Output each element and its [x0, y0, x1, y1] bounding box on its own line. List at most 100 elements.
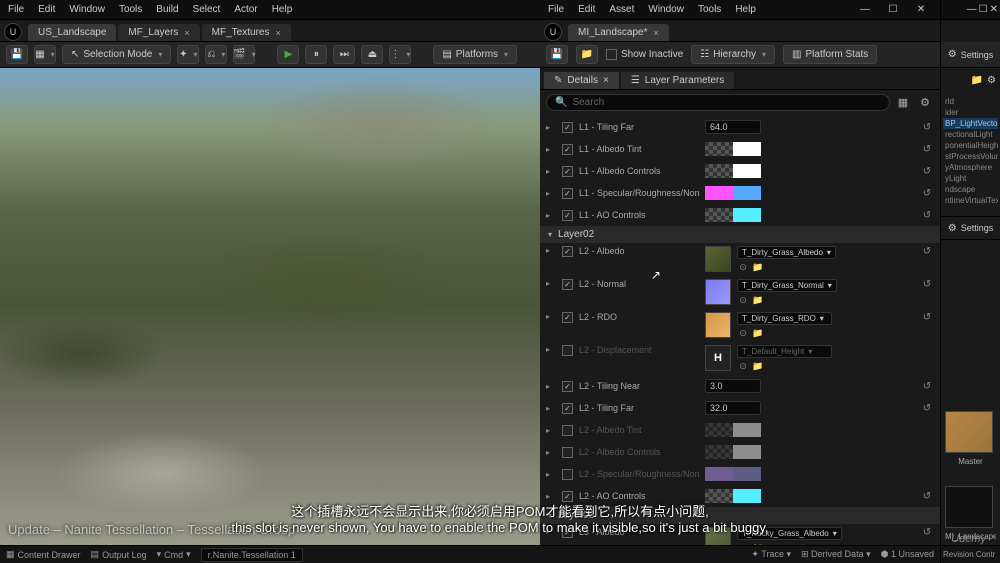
minimize-button[interactable]: —: [854, 2, 876, 18]
texture-thumbnail[interactable]: [705, 246, 731, 272]
override-checkbox[interactable]: [562, 188, 573, 199]
output-log-button[interactable]: ▤ Output Log: [91, 549, 147, 560]
menu-select[interactable]: Select: [193, 4, 221, 15]
prop-l2-albedo-tint[interactable]: ▸ L2 - Albedo Tint: [540, 419, 940, 441]
prop-l2-spec-rough-normal[interactable]: ▸ L2 - Specular/Roughness/Normal: [540, 463, 940, 485]
reset-button[interactable]: ↺: [920, 381, 934, 392]
maximize-button[interactable]: ☐: [882, 2, 904, 18]
outliner-item[interactable]: ntimeVirtualText: [943, 195, 998, 206]
collapse-icon[interactable]: ▾: [548, 230, 552, 239]
prop-l1-albedo-tint[interactable]: ▸ L1 - Albedo Tint ↺: [540, 138, 940, 160]
menu-file[interactable]: File: [8, 4, 24, 15]
color-swatch[interactable]: [705, 164, 761, 178]
reset-button[interactable]: ↺: [920, 491, 934, 502]
outliner-item[interactable]: yLight: [943, 173, 998, 184]
reset-button[interactable]: ↺: [920, 122, 934, 133]
override-checkbox[interactable]: [562, 345, 573, 356]
color-swatch[interactable]: [705, 423, 761, 437]
trace-button[interactable]: ✦ Trace ▾: [751, 549, 791, 560]
close-icon[interactable]: ×: [654, 28, 659, 38]
expand-icon[interactable]: ▸: [546, 382, 556, 391]
settings-label[interactable]: Settings: [961, 50, 994, 60]
folder-icon[interactable]: 📁: [971, 75, 983, 86]
expand-icon[interactable]: ▸: [546, 345, 556, 354]
menu-window[interactable]: Window: [648, 4, 684, 15]
expand-icon[interactable]: ▸: [546, 211, 556, 220]
expand-icon[interactable]: ▸: [546, 426, 556, 435]
close-icon[interactable]: ×: [275, 28, 280, 38]
reset-button[interactable]: ↺: [920, 188, 934, 199]
expand-icon[interactable]: ▸: [546, 279, 556, 288]
menu-help[interactable]: Help: [735, 4, 756, 15]
override-checkbox[interactable]: [562, 210, 573, 221]
save-button[interactable]: 💾: [546, 45, 568, 64]
settings-gear-icon[interactable]: ⚙: [948, 49, 957, 60]
expand-icon[interactable]: ▸: [546, 167, 556, 176]
folder-thumbnail[interactable]: [945, 411, 993, 453]
use-selected-icon[interactable]: ⊙: [737, 327, 749, 339]
color-swatch[interactable]: [705, 186, 761, 200]
override-checkbox[interactable]: [562, 381, 573, 392]
expand-icon[interactable]: ▸: [546, 123, 556, 132]
tab-details[interactable]: ✎ Details ×: [544, 72, 619, 89]
override-checkbox[interactable]: [562, 144, 573, 155]
use-selected-icon[interactable]: ⊙: [737, 261, 749, 273]
prop-l2-albedo-controls[interactable]: ▸ L2 - Albedo Controls: [540, 441, 940, 463]
level-viewport[interactable]: Update – Nanite Tessellation – Tessellat…: [0, 68, 540, 545]
cmd-input[interactable]: r.Nanite.Tessellation 1: [201, 548, 303, 562]
platform-stats-button[interactable]: ▥ Platform Stats: [783, 45, 877, 64]
value-input[interactable]: [705, 120, 761, 134]
asset-dropdown[interactable]: T_Default_Height ▾: [737, 345, 832, 358]
details-body[interactable]: ▸ L1 - Tiling Far ↺ ▸ L1 - Albedo Tint ↺…: [540, 114, 940, 545]
value-input[interactable]: [705, 401, 761, 415]
browse-icon[interactable]: 📁: [752, 327, 764, 339]
settings-gear-icon[interactable]: ⚙: [916, 93, 934, 111]
asset-dropdown[interactable]: T_Dirty_Grass_Albedo ▾: [737, 246, 836, 259]
maximize-button[interactable]: ☐: [979, 4, 988, 15]
asset-dropdown[interactable]: T_Dirty_Grass_Normal ▾: [737, 279, 837, 292]
expand-icon[interactable]: ▸: [546, 470, 556, 479]
reset-button[interactable]: ↺: [920, 246, 934, 257]
browse-icon[interactable]: 📁: [752, 360, 764, 372]
cinematics-button[interactable]: 🎬: [233, 45, 255, 64]
minimize-button[interactable]: —: [967, 4, 977, 15]
expand-icon[interactable]: ▸: [546, 448, 556, 457]
outliner-item[interactable]: rectionalLight: [943, 129, 998, 140]
step-button[interactable]: ⏭: [333, 45, 355, 64]
outliner-item[interactable]: ndscape: [943, 184, 998, 195]
world-outliner[interactable]: rld ider BP_LightVector rectionalLight p…: [941, 92, 1000, 210]
cmd-dropdown[interactable]: ▾ Cmd ▾: [157, 549, 191, 560]
expand-icon[interactable]: ▸: [546, 312, 556, 321]
pause-button[interactable]: ⏸: [305, 45, 327, 64]
menu-window[interactable]: Window: [69, 4, 105, 15]
use-selected-icon[interactable]: ⊙: [737, 360, 749, 372]
add-content-button[interactable]: ✦: [177, 45, 199, 64]
tab-layer-parameters[interactable]: ☰ Layer Parameters: [621, 72, 734, 89]
texture-thumbnail[interactable]: [705, 312, 731, 338]
reset-button[interactable]: ↺: [920, 312, 934, 323]
override-checkbox[interactable]: [562, 425, 573, 436]
platforms-button[interactable]: ▤ Platforms: [433, 45, 517, 64]
override-checkbox[interactable]: [562, 246, 573, 257]
outliner-item[interactable]: yAtmosphere: [943, 162, 998, 173]
menu-tools[interactable]: Tools: [119, 4, 142, 15]
expand-icon[interactable]: ▸: [546, 404, 556, 413]
browse-icon[interactable]: 📁: [752, 294, 764, 306]
reset-button[interactable]: ↺: [920, 166, 934, 177]
reset-button[interactable]: ↺: [920, 210, 934, 221]
outliner-item[interactable]: rld: [943, 96, 998, 107]
override-checkbox[interactable]: [562, 312, 573, 323]
browse-button[interactable]: 📁: [576, 45, 598, 64]
prop-l2-tiling-near[interactable]: ▸ L2 - Tiling Near ↺: [540, 375, 940, 397]
reset-button[interactable]: ↺: [920, 144, 934, 155]
launch-options-button[interactable]: ⋮: [389, 45, 411, 64]
asset-thumbnail[interactable]: [945, 486, 993, 528]
prop-l2-rdo[interactable]: ▸ L2 - RDO T_Dirty_Grass_RDO ▾ ⊙📁 ↺: [540, 309, 940, 342]
reset-button[interactable]: ↺: [920, 403, 934, 414]
texture-thumbnail[interactable]: [705, 279, 731, 305]
override-checkbox[interactable]: [562, 491, 573, 502]
prop-l2-normal[interactable]: ▸ L2 - Normal T_Dirty_Grass_Normal ▾ ⊙📁 …: [540, 276, 940, 309]
content-drawer-button[interactable]: ▦ Content Drawer: [6, 549, 81, 560]
reset-button[interactable]: ↺: [920, 279, 934, 290]
prop-l2-albedo[interactable]: ▸ L2 - Albedo T_Dirty_Grass_Albedo ▾ ⊙📁 …: [540, 243, 940, 276]
